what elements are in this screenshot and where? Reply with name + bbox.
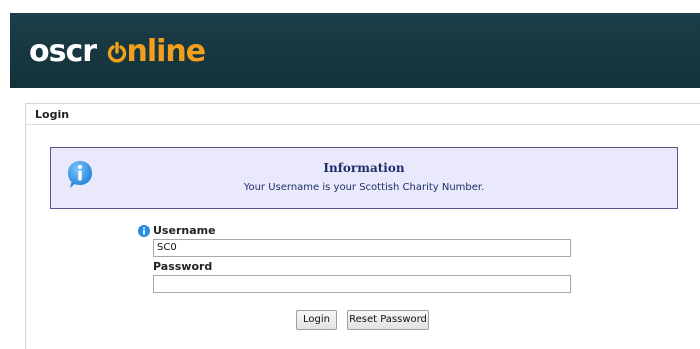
information-box: Information Your Username is your Scotti… [50, 147, 678, 209]
information-title: Information [323, 161, 405, 175]
logo-text-online: nline [126, 34, 207, 69]
info-icon[interactable] [138, 225, 150, 237]
information-text: Your Username is your Scottish Charity N… [243, 182, 485, 193]
login-button[interactable]: Login [296, 310, 337, 330]
oscr-online-logo[interactable]: oscr nline [29, 34, 207, 69]
site-header: oscr nline [10, 13, 700, 88]
logo-text-oscr: oscr [29, 34, 97, 69]
username-label: Username [153, 224, 216, 237]
panel-title: Login [35, 108, 70, 121]
reset-password-button[interactable]: Reset Password [347, 310, 429, 330]
username-input[interactable] [153, 239, 571, 257]
password-label: Password [153, 260, 213, 273]
login-panel-header: Login [26, 104, 700, 125]
password-input[interactable] [153, 275, 571, 293]
power-icon [107, 41, 126, 63]
login-panel: Login Information Your Username is your … [25, 103, 700, 349]
